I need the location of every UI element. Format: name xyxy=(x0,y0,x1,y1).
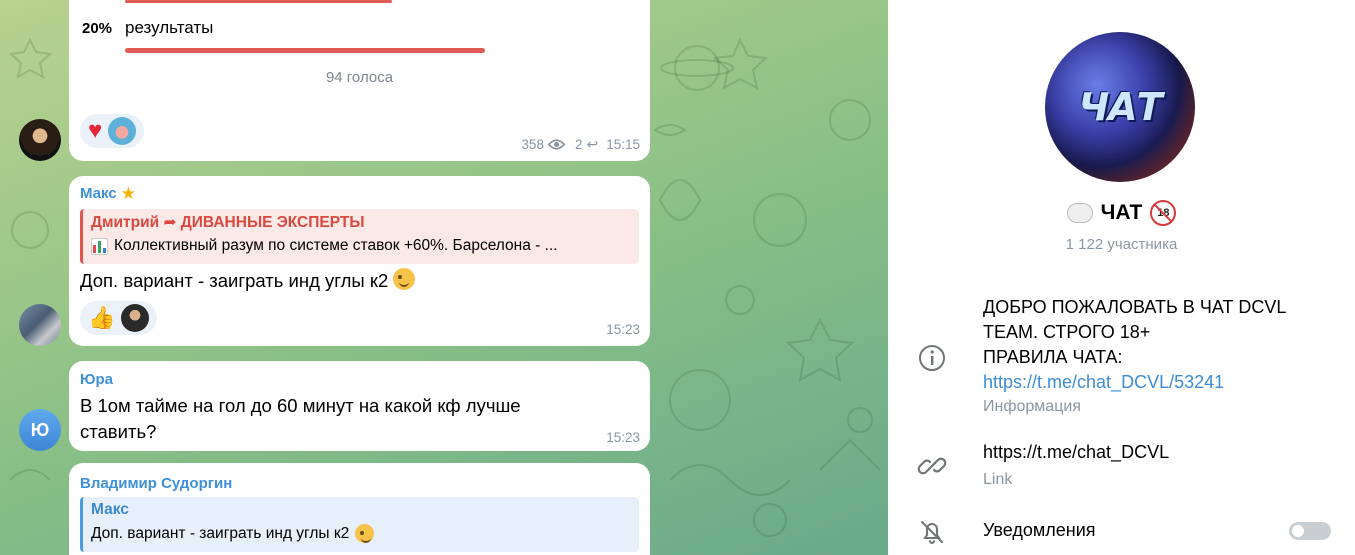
forwarded-quote[interactable]: Дмитрий ➦ ДИВАННЫЕ ЭКСПЕРТЫ Коллективный… xyxy=(80,209,639,264)
quote-text-row: Доп. вариант - заиграть инд углы к2 xyxy=(91,524,631,543)
message-text-row: Доп. вариант - заиграть инд углы к2 xyxy=(80,268,639,294)
chat-pane[interactable]: 20% результаты 94 голоса ♥ 358 2 ↩ 15:15… xyxy=(0,0,888,555)
description-line: TEAM. СТРОГО 18+ xyxy=(983,322,1151,342)
poll-message: 20% результаты 94 голоса ♥ 358 2 ↩ 15:15 xyxy=(69,0,650,161)
sender-name[interactable]: Юра xyxy=(80,371,113,388)
views-count: 358 xyxy=(521,137,544,152)
reactions-bar[interactable]: ♥ xyxy=(80,114,145,148)
sender-avatar[interactable] xyxy=(19,304,61,346)
laughing-face-reaction-icon[interactable] xyxy=(108,117,137,145)
description-row: ДОБРО ПОЖАЛОВАТЬ В ЧАТ DCVL TEAM. СТРОГО… xyxy=(983,295,1335,416)
link-icon xyxy=(917,457,947,475)
star-badge-icon: ★ xyxy=(120,184,136,203)
message-meta: 358 2 ↩ 15:15 xyxy=(521,136,640,153)
eye-icon xyxy=(547,139,565,150)
winking-face-emoji-icon xyxy=(355,524,375,543)
winking-face-emoji-icon xyxy=(393,268,416,290)
group-avatar[interactable]: ЧАТ xyxy=(1045,32,1195,182)
bar-chart-icon xyxy=(91,237,108,255)
quote-text-row: Коллективный разум по системе ставок +60… xyxy=(91,237,631,255)
reactor-avatar xyxy=(121,304,150,332)
message-time: 15:15 xyxy=(606,137,640,152)
notifications-toggle[interactable] xyxy=(1289,522,1331,540)
poll-option-percent: 20% xyxy=(82,20,113,37)
quote-title: Макс xyxy=(91,501,129,518)
thought-balloon-icon xyxy=(1066,203,1093,223)
reply-arrow-icon: ↩ xyxy=(586,136,599,152)
message-bubble[interactable]: Юра В 1ом тайме на гол до 60 минут на ка… xyxy=(69,361,650,451)
poll-bar-previous xyxy=(125,0,392,3)
quote-title: Дмитрий ➦ ДИВАННЫЕ ЭКСПЕРТЫ xyxy=(91,214,365,231)
message-text: В 1ом тайме на гол до 60 минут на какой … xyxy=(80,395,521,442)
message-text: Доп. вариант - заиграть инд углы к2 xyxy=(80,270,389,291)
quote-text: Коллективный разум по системе ставок +60… xyxy=(114,237,558,254)
heart-reaction-icon[interactable]: ♥ xyxy=(88,119,102,143)
notifications-label[interactable]: Уведомления xyxy=(983,520,1335,541)
description-line: ПРАВИЛА ЧАТА: xyxy=(983,347,1123,367)
reply-quote[interactable]: Макс Доп. вариант - заиграть инд углы к2 xyxy=(80,497,639,552)
description-label: Информация xyxy=(983,398,1081,415)
reactions-bar[interactable]: 👍 xyxy=(80,301,158,335)
link-label: Link xyxy=(983,471,1013,488)
group-name: ЧАТ 18 xyxy=(888,200,1355,226)
members-count: 1 122 участника xyxy=(1065,236,1178,253)
sender-name-text: Макс xyxy=(80,185,117,202)
sender-avatar[interactable] xyxy=(19,119,61,161)
group-avatar-text: ЧАТ xyxy=(1078,85,1162,129)
message-time: 15:23 xyxy=(606,322,640,337)
message-bubble[interactable]: Владимир Судоргин Макс Доп. вариант - за… xyxy=(69,463,650,555)
thumbs-up-reaction-icon[interactable]: 👍 xyxy=(88,307,115,329)
quote-text: Доп. вариант - заиграть инд углы к2 xyxy=(91,524,350,542)
rules-link[interactable]: https://t.me/chat_DCVL/53241 xyxy=(983,370,1335,395)
message-bubble[interactable]: Макс ★ Дмитрий ➦ ДИВАННЫЕ ЭКСПЕРТЫ Колле… xyxy=(69,176,650,346)
sender-name[interactable]: Владимир Судоргин xyxy=(80,475,232,492)
message-time: 15:23 xyxy=(606,430,640,445)
no-under-eighteen-icon: 18 xyxy=(1150,200,1177,226)
sender-name[interactable]: Макс ★ xyxy=(80,185,136,202)
info-icon xyxy=(919,345,945,371)
poll-option-label[interactable]: результаты xyxy=(125,18,213,38)
sender-avatar[interactable]: Ю xyxy=(19,409,61,451)
description-line: ДОБРО ПОЖАЛОВАТЬ В ЧАТ DCVL xyxy=(983,297,1287,317)
group-link[interactable]: https://t.me/chat_DCVL xyxy=(983,440,1335,465)
group-info-panel: ЧАТ ЧАТ 18 1 122 участника ДОБРО ПОЖАЛОВ… xyxy=(888,0,1355,555)
poll-option-bar xyxy=(125,48,485,53)
poll-votes-count[interactable]: 94 голоса xyxy=(69,69,650,86)
replies-count: 2 xyxy=(574,137,583,152)
bell-off-icon xyxy=(921,521,943,544)
group-name-text: ЧАТ xyxy=(1100,201,1143,224)
link-row[interactable]: https://t.me/chat_DCVL Link xyxy=(983,440,1335,489)
